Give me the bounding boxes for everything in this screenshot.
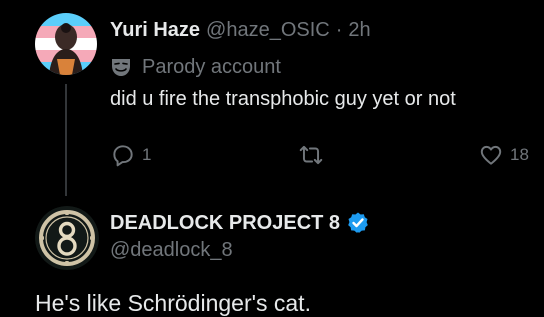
retweet-button[interactable] (298, 142, 330, 168)
reply-header: DEADLOCK PROJECT 8 (110, 207, 370, 239)
parody-label: Parody account (110, 52, 281, 82)
like-count: 18 (510, 145, 529, 164)
theater-mask-icon (112, 59, 130, 76)
verified-badge-icon (348, 212, 368, 233)
avatar[interactable] (35, 206, 99, 270)
tweet-header: Yuri Haze @haze_OSIC · 2h (110, 13, 371, 47)
verified-badge[interactable] (346, 211, 370, 235)
author-display-name[interactable]: DEADLOCK PROJECT 8 (110, 212, 340, 235)
reply-button[interactable]: 1 (110, 142, 151, 168)
thread-connector-line (65, 84, 67, 196)
author-display-name[interactable]: Yuri Haze (110, 19, 200, 42)
retweet-icon (299, 145, 323, 165)
author-handle[interactable]: @deadlock_8 (110, 239, 233, 262)
parody-label-text: Parody account (142, 55, 281, 78)
tweet-text: did u fire the transphobic guy yet or no… (110, 88, 456, 110)
avatar[interactable] (35, 13, 97, 75)
reply-text: He's like Schrödinger's cat. (35, 290, 311, 316)
like-button[interactable]: 18 (478, 142, 529, 168)
reply-count: 1 (142, 145, 152, 164)
deadlock-8-logo (35, 206, 99, 270)
author-handle[interactable]: @haze_OSIC (206, 19, 330, 42)
avatar-flag-icon (35, 13, 97, 75)
heart-icon (480, 145, 502, 165)
header-separator: · (335, 18, 343, 41)
reply-icon (113, 145, 133, 167)
tweet-timestamp[interactable]: 2h (348, 19, 370, 42)
